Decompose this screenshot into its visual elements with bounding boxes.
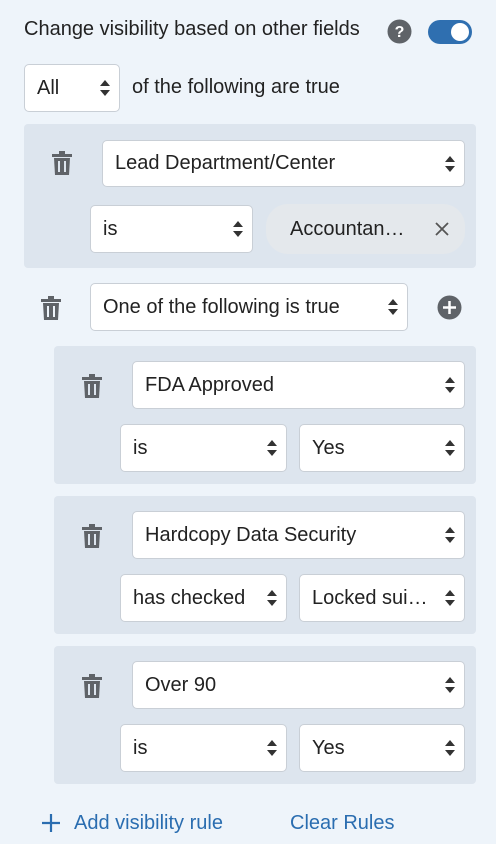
plus-icon — [40, 812, 62, 834]
rule-operator-value: is — [103, 217, 118, 240]
group-rule-value: Locked sui… — [312, 586, 428, 609]
toggle-knob — [451, 23, 469, 41]
delete-rule-trash-icon[interactable] — [80, 522, 104, 550]
group-condition-value: One of the following is true — [103, 295, 340, 318]
sort-arrows-icon — [436, 362, 464, 408]
sort-arrows-icon — [258, 725, 286, 771]
sort-arrows-icon — [91, 65, 119, 111]
group-rule-field-select[interactable]: Over 90 — [132, 661, 465, 709]
group-condition-select[interactable]: One of the following is true — [90, 283, 408, 331]
group-rule-value-select[interactable]: Locked sui… — [299, 574, 465, 622]
delete-rule-trash-icon[interactable] — [50, 149, 74, 177]
rule-value-chip[interactable]: Accountan… — [266, 204, 465, 254]
group-rule-operator-select[interactable]: is — [120, 424, 287, 472]
sort-arrows-icon — [436, 662, 464, 708]
sort-arrows-icon — [436, 512, 464, 558]
group-rule-field-value: Over 90 — [145, 673, 217, 696]
match-quantifier-select[interactable]: All — [24, 64, 120, 112]
clear-rules-label: Clear Rules — [290, 811, 395, 834]
sort-arrows-icon — [258, 575, 286, 621]
group-rule-field-select[interactable]: FDA Approved — [132, 361, 465, 409]
group-rule-value-select[interactable]: Yes — [299, 724, 465, 772]
rule-field-select[interactable]: Lead Department/Center — [102, 140, 465, 187]
help-icon[interactable]: ? — [387, 19, 412, 44]
delete-rule-trash-icon[interactable] — [80, 672, 104, 700]
rule-value-chip-label: Accountan… — [290, 217, 405, 240]
sort-arrows-icon — [436, 725, 464, 771]
add-visibility-rule-button[interactable]: Add visibility rule — [40, 810, 223, 836]
sort-arrows-icon — [436, 141, 464, 186]
visibility-toggle[interactable] — [428, 20, 472, 44]
clear-rules-button[interactable]: Clear Rules — [290, 810, 394, 836]
group-rule-operator-select[interactable]: has checked — [120, 574, 287, 622]
group-rule-field-value: Hardcopy Data Security — [145, 523, 357, 546]
group-rule-operator-value: has checked — [133, 586, 246, 609]
match-suffix-label: of the following are true — [132, 76, 340, 98]
svg-text:?: ? — [395, 24, 405, 41]
sort-arrows-icon — [436, 425, 464, 471]
visibility-header-label: Change visibility based on other fields — [24, 18, 360, 40]
add-visibility-rule-label: Add visibility rule — [74, 811, 223, 834]
rule-field-value: Lead Department/Center — [115, 152, 336, 174]
group-rule-field-select[interactable]: Hardcopy Data Security — [132, 511, 465, 559]
group-rule-field-value: FDA Approved — [145, 373, 274, 396]
delete-rule-trash-icon[interactable] — [80, 372, 104, 400]
group-rule-operator-select[interactable]: is — [120, 724, 287, 772]
sort-arrows-icon — [379, 284, 407, 330]
close-icon[interactable] — [419, 222, 465, 236]
group-rule-operator-value: is — [133, 436, 148, 459]
sort-arrows-icon — [436, 575, 464, 621]
group-rule-value-select[interactable]: Yes — [299, 424, 465, 472]
rule-operator-select[interactable]: is — [90, 205, 253, 253]
group-rule-operator-value: is — [133, 736, 148, 759]
delete-group-trash-icon[interactable] — [39, 294, 63, 322]
add-circle-icon[interactable] — [437, 295, 462, 320]
group-rule-value: Yes — [312, 436, 345, 459]
match-quantifier-value: All — [37, 76, 60, 99]
group-rule-value: Yes — [312, 736, 345, 759]
sort-arrows-icon — [258, 425, 286, 471]
sort-arrows-icon — [224, 206, 252, 252]
